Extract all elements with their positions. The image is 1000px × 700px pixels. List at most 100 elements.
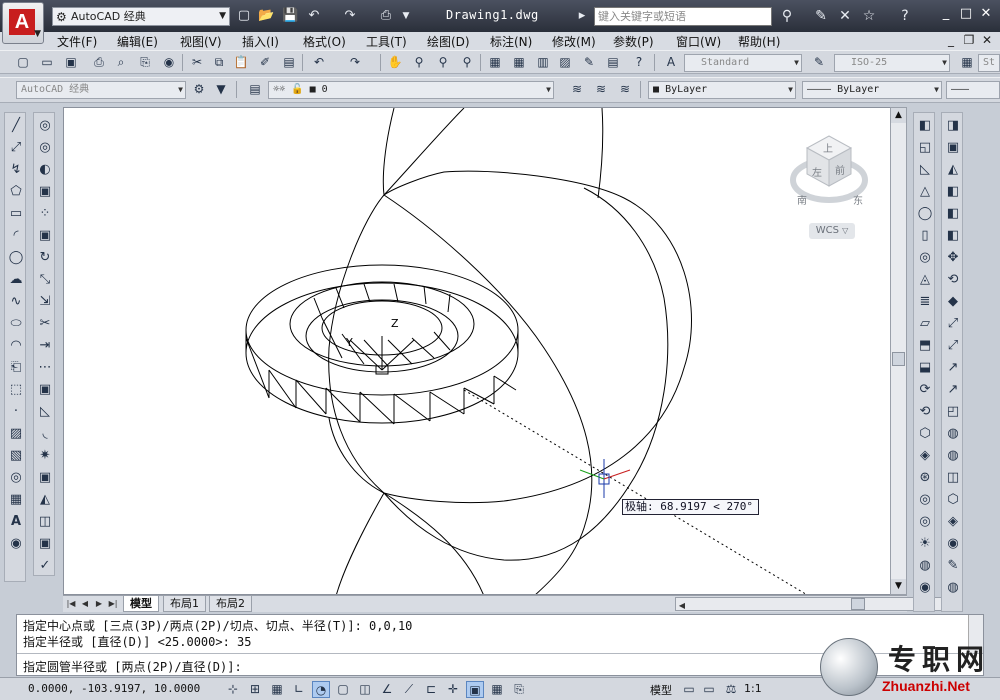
construction-line-icon[interactable]: ⤢ (7, 139, 25, 157)
close-button[interactable]: ✕ (978, 6, 994, 22)
move-faces-icon[interactable]: ◧ (944, 205, 962, 223)
rotate-faces-icon[interactable]: ⟲ (944, 271, 962, 289)
viewcube[interactable]: 上 左 前 南 东 (789, 128, 869, 238)
circle-icon[interactable]: ◯ (7, 249, 25, 267)
menu-draw[interactable]: 绘图(D) (427, 33, 470, 50)
paste-icon[interactable]: 📋 (232, 54, 250, 71)
gradient-icon[interactable]: ▧ (7, 447, 25, 465)
explode-icon[interactable]: ✷ (36, 447, 54, 465)
lineweight-icon[interactable]: ✛ (444, 681, 462, 698)
help-icon[interactable]: ? (896, 7, 914, 25)
lineweight-combo[interactable]: ——— (946, 81, 1000, 99)
wcs-menu[interactable]: WCS ▽ (809, 223, 855, 239)
copy-faces-icon[interactable]: ⤢ (944, 315, 962, 333)
join-icon[interactable]: ▣ (36, 381, 54, 399)
drawing-canvas[interactable]: Y Z 上 左 前 南 东 WCS ▽ 极轴: 68.9197 < 270° (63, 107, 891, 595)
transparency-icon[interactable]: ▣ (466, 681, 484, 698)
undo-icon[interactable]: ↶ (310, 54, 328, 71)
prev-tab-icon[interactable]: ◀ (79, 597, 91, 610)
taper-faces-icon[interactable]: ◆ (944, 293, 962, 311)
3d-object-snap-icon[interactable]: ◫ (356, 681, 374, 698)
spline-icon[interactable]: ∿ (7, 293, 25, 311)
zoom-previous-icon[interactable]: ⚲ (458, 54, 476, 71)
extend-icon[interactable]: ⇥ (36, 337, 54, 355)
erase-icon[interactable]: ◎ (36, 117, 54, 135)
3d-rotate-icon[interactable]: ⊛ (916, 469, 934, 487)
make-block-icon[interactable]: ⬚ (7, 381, 25, 399)
chamfer-icon[interactable]: ◺ (36, 403, 54, 421)
qat-dropdown-icon[interactable]: ▼ (398, 8, 414, 24)
table-style-icon[interactable]: ▦ (958, 54, 976, 71)
viewcube-front[interactable]: 前 (835, 162, 845, 177)
polygon-icon[interactable]: ⬠ (7, 183, 25, 201)
redo-icon[interactable]: ↷ (346, 54, 364, 71)
menu-view[interactable]: 视图(V) (180, 33, 222, 50)
search-arrow-icon[interactable]: ▸ (574, 8, 590, 24)
application-menu-button[interactable]: A ▼ (2, 2, 44, 44)
copy-object-icon[interactable]: ◎ (36, 139, 54, 157)
extrude-icon[interactable]: ⬒ (916, 337, 934, 355)
slice-icon[interactable]: ▣ (36, 535, 54, 553)
tab-model[interactable]: 模型 (123, 596, 159, 612)
3d-align-icon[interactable]: ◎ (916, 491, 934, 509)
menu-file[interactable]: 文件(F) (57, 33, 97, 50)
menu-tools[interactable]: 工具(T) (366, 33, 407, 50)
point-icon[interactable]: · (7, 403, 25, 421)
line-icon[interactable]: ╱ (7, 117, 25, 135)
properties-icon[interactable]: ▦ (486, 54, 504, 71)
match-properties-icon[interactable]: ✐ (256, 54, 274, 71)
viewcube-south[interactable]: 南 (797, 192, 807, 207)
open-icon[interactable]: ▭ (38, 54, 56, 71)
region-icon[interactable]: ◎ (7, 469, 25, 487)
vertical-scrollbar[interactable]: ▲ ▼ (890, 107, 907, 595)
ellipse-arc-icon[interactable]: ◠ (7, 337, 25, 355)
stretch-icon[interactable]: ⇲ (36, 293, 54, 311)
rotate-icon[interactable]: ↻ (36, 249, 54, 267)
scroll-down-icon[interactable]: ▼ (891, 579, 906, 594)
open-file-icon[interactable]: 📂 (258, 8, 274, 24)
publish-icon[interactable]: ⎘ (136, 54, 154, 71)
intersect-icon[interactable]: ◭ (944, 161, 962, 179)
pyramid-icon[interactable]: ◬ (916, 271, 934, 289)
wrench-icon[interactable]: ✎ (812, 7, 830, 25)
dynamic-input-icon[interactable]: ⊏ (422, 681, 440, 698)
offset-faces-icon[interactable]: ◧ (944, 227, 962, 245)
command-prompt[interactable]: 指定圆管半径或 [两点(2P)/直径(D)]: (23, 658, 242, 675)
clean-icon[interactable]: ◍ (944, 425, 962, 443)
color-combo[interactable]: ■ ByLayer ▼ (648, 81, 796, 99)
box-icon[interactable]: ◱ (916, 139, 934, 157)
block-editor-icon[interactable]: ▤ (280, 54, 298, 71)
shell-icon[interactable]: ◫ (944, 469, 962, 487)
imprint-icon[interactable]: ◰ (944, 403, 962, 421)
intersect-icon[interactable]: ◫ (36, 513, 54, 531)
rectangle-icon[interactable]: ▭ (7, 205, 25, 223)
print-icon[interactable]: ⎙ (378, 8, 394, 24)
text-style-icon[interactable]: A (662, 54, 680, 71)
doc-restore-button[interactable]: ❐ (962, 33, 976, 47)
menu-insert[interactable]: 插入(I) (242, 33, 279, 50)
scroll-left-icon[interactable]: ◀ (676, 599, 688, 612)
minimize-button[interactable]: _ (938, 6, 954, 22)
menu-dimension[interactable]: 标注(N) (490, 33, 532, 50)
snap-mode-icon[interactable]: ⊞ (246, 681, 264, 698)
doc-close-button[interactable]: ✕ (980, 33, 994, 47)
quick-view-layouts-icon[interactable]: ▭ (680, 681, 698, 698)
selection-cycling-icon[interactable]: ⎘ (510, 681, 528, 698)
model-space-label[interactable]: 模型 (650, 682, 672, 698)
arc-icon[interactable]: ◜ (7, 227, 25, 245)
workspace-settings-icon[interactable]: ⚙ (190, 81, 208, 98)
markup-icon[interactable]: ✎ (580, 54, 598, 71)
3d-scale-icon[interactable]: ☀ (916, 535, 934, 553)
sweep-icon[interactable]: ⟳ (916, 381, 934, 399)
mirror-icon[interactable]: ◐ (36, 161, 54, 179)
cone-icon[interactable]: △ (916, 183, 934, 201)
infer-constraints-icon[interactable]: ⊹ (224, 681, 242, 698)
pan-icon[interactable]: ✋ (386, 54, 404, 71)
object-snap-icon[interactable]: ▢ (334, 681, 352, 698)
subtract-icon[interactable]: ▣ (944, 139, 962, 157)
lights-icon[interactable]: ✎ (944, 557, 962, 575)
sheet-set-icon[interactable]: ▨ (556, 54, 574, 71)
new-file-icon[interactable]: ▢ (236, 8, 252, 24)
redo-icon[interactable]: ↷ (342, 8, 358, 24)
design-center-icon[interactable]: ▦ (510, 54, 528, 71)
